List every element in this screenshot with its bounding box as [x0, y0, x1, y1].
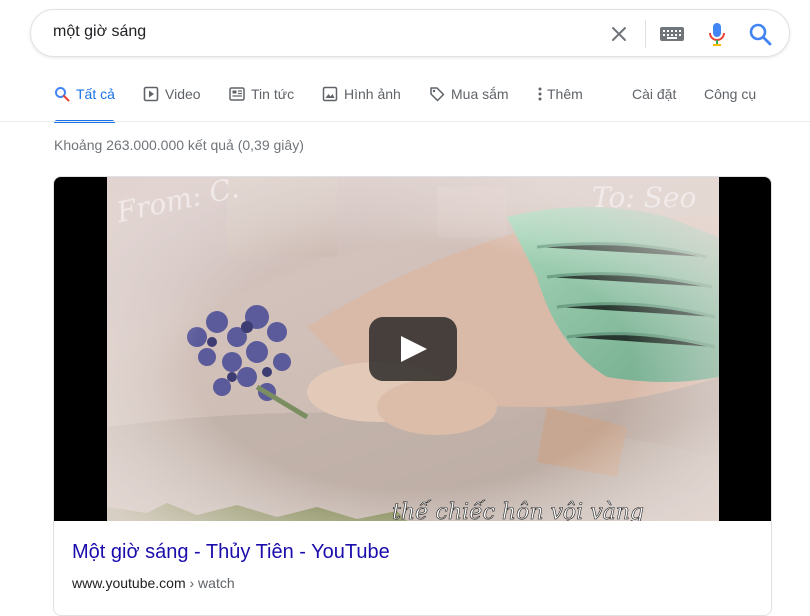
thumbnail-to-text: To: Seo [592, 181, 696, 214]
video-player[interactable]: From: C. To: Seo thế chiếc hôn vội vàng [54, 177, 771, 521]
search-box[interactable]: một giờ sáng [30, 9, 790, 57]
tab-label: Tin tức [251, 86, 295, 102]
tab-label: Mua sắm [451, 86, 509, 102]
keyboard-icon[interactable] [659, 24, 685, 44]
result-url-domain: www.youtube.com [72, 575, 186, 591]
tab-label: Tất cả [76, 86, 115, 102]
search-divider [645, 20, 646, 48]
search-tabs: Tất cả Video Tin tức Hình ảnh Mua sắm Th… [0, 84, 810, 123]
result-url-path: › watch [185, 575, 235, 591]
search-icon[interactable] [747, 21, 773, 47]
result-stats: Khoảng 263.000.000 kết quả (0,39 giây) [54, 137, 304, 153]
tab-more[interactable]: Thêm [536, 84, 583, 120]
result-url[interactable]: www.youtube.com › watch [72, 575, 235, 591]
tab-label: Hình ảnh [344, 86, 401, 102]
news-icon [229, 87, 245, 101]
more-vert-icon [538, 87, 542, 101]
tab-shopping[interactable]: Mua sắm [429, 84, 509, 120]
microphone-icon[interactable] [705, 21, 729, 47]
tabs-divider [0, 121, 810, 122]
tab-all[interactable]: Tất cả [54, 84, 115, 123]
thumbnail-caption: thế chiếc hôn vội vàng [392, 499, 644, 521]
tab-news[interactable]: Tin tức [229, 84, 294, 120]
search-input[interactable]: một giờ sáng [53, 23, 593, 41]
video-result-card: From: C. To: Seo thế chiếc hôn vội vàng … [53, 176, 772, 616]
tab-video[interactable]: Video [143, 84, 201, 120]
video-icon [143, 86, 159, 102]
search-icon [55, 87, 70, 102]
tab-label: Video [165, 86, 201, 102]
play-icon [401, 336, 427, 362]
image-icon [322, 86, 338, 102]
play-button[interactable] [369, 317, 457, 381]
close-icon[interactable] [607, 22, 631, 46]
tag-icon [430, 87, 445, 102]
tab-images[interactable]: Hình ảnh [322, 84, 401, 120]
settings-link[interactable]: Cài đặt [632, 84, 676, 120]
tab-label: Thêm [547, 86, 583, 102]
result-title-link[interactable]: Một giờ sáng - Thủy Tiên - YouTube [72, 541, 390, 564]
tools-link[interactable]: Công cụ [704, 84, 756, 120]
